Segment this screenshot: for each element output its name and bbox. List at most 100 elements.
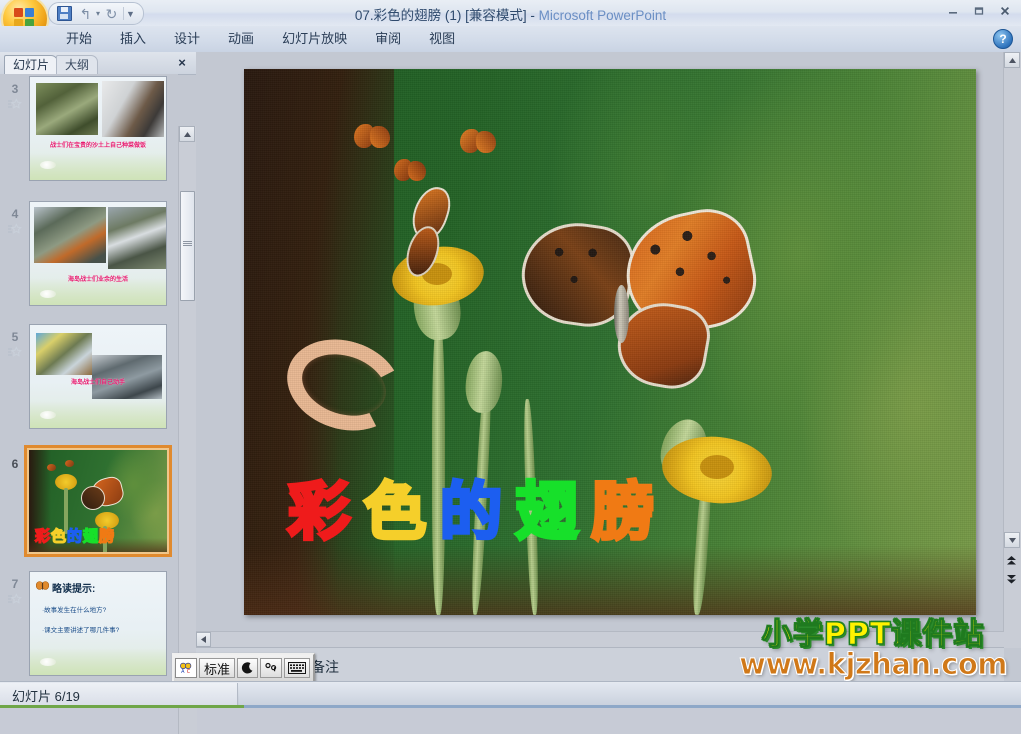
scroll-left-button[interactable]: [196, 632, 211, 647]
thumbnail-number: 7: [11, 577, 19, 591]
thumbnail-frame[interactable]: 战士们在宝贵的沙土上自己种菜做饭: [29, 76, 167, 181]
powerpoint-window: 07.彩色的翅膀 (1) [兼容模式] - Microsoft PowerPoi…: [0, 0, 1021, 734]
ribbon-tabs: 开始 插入 设计 动画 幻灯片放映 审阅 视图: [52, 26, 469, 52]
close-icon[interactable]: [993, 2, 1017, 20]
slides-panel-scrollbar[interactable]: [178, 126, 197, 734]
next-slide-button[interactable]: [1004, 571, 1019, 587]
list-item[interactable]: 3 战士们在宝贵的沙土上自己种菜做饭: [0, 74, 178, 199]
tab-slideshow[interactable]: 幻灯片放映: [268, 27, 361, 51]
undo-dropdown-icon[interactable]: ▾: [96, 9, 100, 18]
thumbnail-number: 4: [11, 207, 19, 221]
thumbnail-decor: [40, 658, 56, 666]
thumbnail-frame[interactable]: 略读提示: ·故事发生在什么地方? ·课文主要讲述了哪几件事?: [29, 571, 167, 676]
ime-mode-button[interactable]: 标准: [199, 658, 235, 678]
thumbnail-frame[interactable]: 海岛战士们业余的生活: [29, 201, 167, 306]
slide-background-photo: 彩 色 的 翅 膀: [244, 69, 976, 615]
thumbnail-photo: [36, 83, 98, 135]
window-title: 07.彩色的翅膀 (1) [兼容模式] - Microsoft PowerPoi…: [0, 4, 1021, 24]
editor-vertical-scrollbar[interactable]: [1003, 52, 1021, 648]
qat-customize-icon[interactable]: ▼: [126, 9, 135, 19]
help-icon[interactable]: ?: [993, 29, 1013, 49]
previous-slide-button[interactable]: [1004, 552, 1019, 568]
thumbnail-photo: [108, 207, 166, 269]
scrollbar-grip-icon: [183, 240, 192, 247]
thumbnail-title: 彩 色 的 翅 膀: [34, 527, 115, 545]
thumbnail-photo: [102, 81, 164, 137]
panel-tab-bar: 幻灯片 大纲 ×: [0, 52, 196, 75]
list-item[interactable]: 6 彩 色 的 翅 膀: [0, 445, 178, 569]
qat-divider: [123, 7, 125, 20]
panel-tab-slides[interactable]: 幻灯片: [4, 55, 59, 75]
thumbnail-frame-selected[interactable]: 彩 色 的 翅 膀: [24, 445, 172, 557]
ime-keyboard-icon[interactable]: [284, 658, 310, 678]
title-char-1: 彩: [286, 475, 352, 548]
window-title-app: Microsoft PowerPoint: [538, 8, 667, 23]
thumbnail-photo: [36, 333, 92, 375]
thumbnail-title-char: 彩: [34, 527, 51, 545]
tab-insert[interactable]: 插入: [106, 27, 160, 51]
thumbnail-frame[interactable]: 海岛战士们自己动手: [29, 324, 167, 429]
thumbnail-canvas: 海岛战士们业余的生活: [30, 202, 166, 305]
scroll-down-button[interactable]: [1004, 532, 1020, 548]
window-title-sep: -: [526, 8, 539, 23]
thumbnail-decor: [65, 460, 74, 467]
thumbnail-number: 3: [11, 82, 19, 96]
scroll-up-button[interactable]: [179, 126, 195, 142]
slide-canvas[interactable]: 彩 色 的 翅 膀: [244, 69, 976, 615]
ime-toolbar[interactable]: A C 标准: [172, 653, 315, 683]
thumbnail-decor: [47, 464, 56, 471]
save-icon[interactable]: [55, 5, 74, 22]
thumbnail-decor: [40, 161, 56, 169]
animation-star-icon: [7, 223, 22, 237]
slides-panel: 幻灯片 大纲 × 3 战士们在宝贵的沙土上自己种菜做饭 4 海岛战士们业余的生活…: [0, 52, 197, 734]
title-bar: 07.彩色的翅膀 (1) [兼容模式] - Microsoft PowerPoi…: [0, 0, 1021, 41]
thumbnail-canvas: 战士们在宝贵的沙土上自己种菜做饭: [30, 77, 166, 180]
list-item[interactable]: 5 海岛战士们自己动手: [0, 322, 178, 445]
thumbnail-photo: [34, 207, 106, 263]
quick-access-toolbar: ↰ ▾ ↻ ▼: [48, 2, 144, 25]
panel-tab-outline[interactable]: 大纲: [56, 55, 99, 75]
thumbnail-title-char: 色: [50, 527, 67, 545]
tab-animations[interactable]: 动画: [214, 27, 268, 51]
thumbnail-decor: [81, 486, 105, 510]
thumbnail-caption: 海岛战士们业余的生活: [67, 277, 128, 283]
slide-title-art[interactable]: 彩 色 的 翅 膀: [286, 475, 656, 548]
thumbnail-canvas: 略读提示: ·故事发生在什么地方? ·课文主要讲述了哪几件事?: [30, 572, 166, 675]
title-char-3: 的: [438, 475, 504, 548]
tab-view[interactable]: 视图: [415, 27, 469, 51]
close-panel-icon[interactable]: ×: [174, 55, 190, 71]
window-controls: [941, 2, 1017, 20]
ime-logo-icon[interactable]: A C: [175, 658, 197, 678]
thumbnail-title-char: 膀: [98, 527, 115, 545]
thumbnail-decor: [40, 290, 56, 298]
undo-icon[interactable]: ↰: [76, 5, 95, 22]
butterfly-icon: [35, 580, 50, 590]
svg-text:C: C: [187, 669, 191, 675]
thumbnail-number: 5: [11, 330, 19, 344]
window-title-doc: 07.彩色的翅膀 (1) [兼容模式]: [354, 8, 527, 23]
animation-star-icon: [7, 593, 22, 607]
list-item[interactable]: 7 略读提示: ·故事发生在什么地方? ·课文主要讲述了哪几件事?: [0, 569, 178, 682]
redo-icon[interactable]: ↻: [102, 5, 121, 22]
restore-icon[interactable]: [967, 2, 991, 20]
title-char-2: 色: [362, 475, 428, 548]
list-item[interactable]: 4 海岛战士们业余的生活: [0, 199, 178, 322]
status-bar: 幻灯片 6/19: [0, 681, 1021, 708]
tab-home[interactable]: 开始: [52, 27, 106, 51]
notes-pane[interactable]: 加备注: [196, 647, 1004, 682]
scrollbar-thumb[interactable]: [180, 191, 195, 301]
scroll-up-button[interactable]: [1004, 52, 1020, 68]
minimize-icon[interactable]: [941, 2, 965, 20]
title-char-5: 膀: [590, 475, 656, 548]
animation-star-icon: [7, 346, 22, 360]
ime-shape-icon[interactable]: [237, 658, 258, 678]
ribbon-tab-bar: 开始 插入 设计 动画 幻灯片放映 审阅 视图 ?: [0, 26, 1021, 53]
thumbnail-decor: [40, 411, 56, 419]
tab-design[interactable]: 设计: [160, 27, 214, 51]
editor-horizontal-scrollbar[interactable]: [196, 631, 1004, 648]
status-slide-indicator: 幻灯片 6/19: [0, 683, 238, 707]
slide-editor: 彩 色 的 翅 膀 加备注: [196, 52, 1021, 682]
ime-punctuation-icon[interactable]: [260, 658, 282, 678]
tab-review[interactable]: 审阅: [361, 27, 415, 51]
thumbnail-bullet: ·课文主要讲述了哪几件事?: [42, 627, 120, 634]
